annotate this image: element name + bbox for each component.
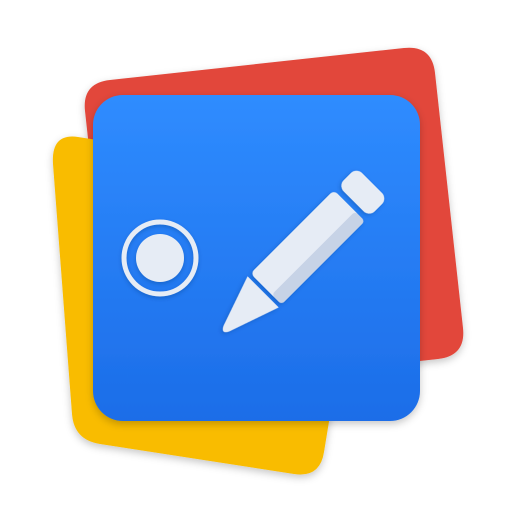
app-icon-graphic — [52, 47, 464, 475]
record-dot — [136, 234, 184, 282]
app-icon — [0, 0, 512, 512]
